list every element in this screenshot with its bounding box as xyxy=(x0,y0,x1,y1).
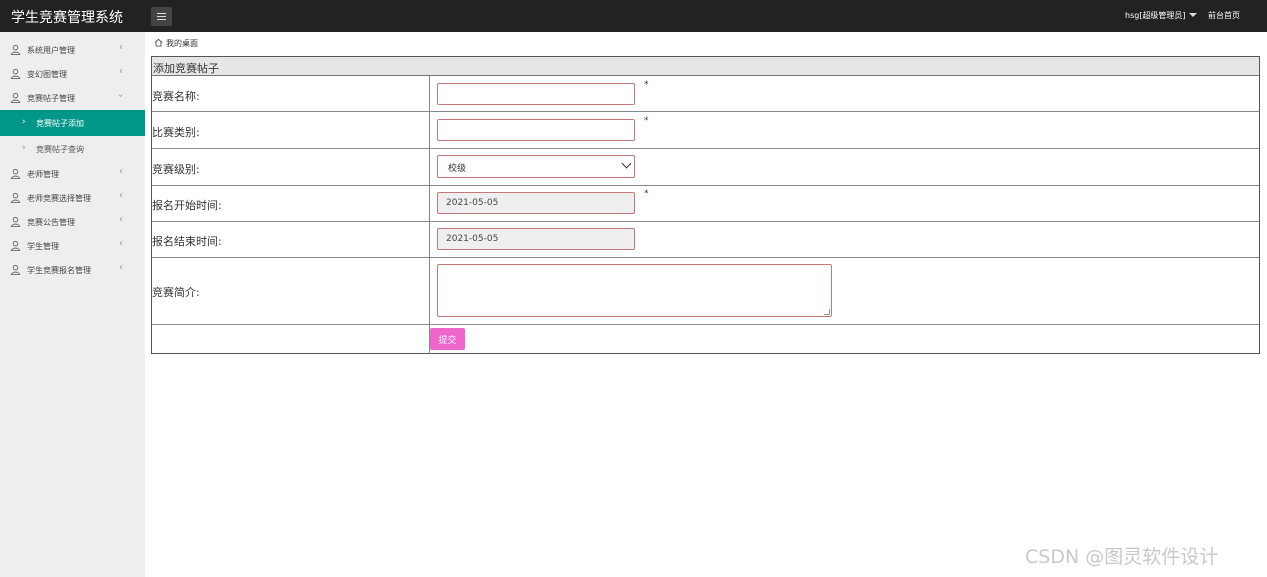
form-row-submit: 提交 xyxy=(152,325,1259,354)
sidebar-item-carousel[interactable]: 变幻图管理 ‹ xyxy=(0,62,145,86)
submit-button[interactable]: 提交 xyxy=(430,328,465,350)
user-menu[interactable]: hsg[超级管理员] xyxy=(1125,10,1197,21)
breadcrumb-label: 我的桌面 xyxy=(166,39,198,48)
start-date-value: 2021-05-05 xyxy=(446,198,499,208)
watermark: CSDN @图灵软件设计 xyxy=(1025,546,1219,568)
chevron-left-icon: ‹ xyxy=(119,262,123,273)
user-icon xyxy=(10,264,21,275)
front-page-link[interactable]: 前台首页 xyxy=(1208,10,1240,21)
required-marker: * xyxy=(644,80,649,90)
sidebar-item-system-users[interactable]: 系统用户管理 ‹ xyxy=(0,38,145,62)
hamburger-icon-line xyxy=(157,19,166,20)
sidebar-subitem-label: 竞赛帖子查询 xyxy=(36,145,84,154)
intro-textarea[interactable] xyxy=(437,264,832,317)
user-label: hsg[超级管理员] xyxy=(1125,11,1186,20)
user-icon xyxy=(10,192,21,203)
hamburger-icon-line xyxy=(157,16,166,17)
field-label-intro: 竞赛简介: xyxy=(152,286,200,299)
user-icon xyxy=(10,168,21,179)
sidebar-item-label: 老师竞赛选择管理 xyxy=(27,194,91,203)
user-icon xyxy=(10,216,21,227)
user-icon xyxy=(10,44,21,55)
caret-down-icon xyxy=(1188,13,1197,17)
field-label-name: 竞赛名称: xyxy=(152,90,200,103)
form-row-start-date: 报名开始时间: 2021-05-05 * xyxy=(152,186,1259,222)
form-row-category: 比赛类别: * xyxy=(152,112,1259,149)
sidebar-item-registrations[interactable]: 学生竞赛报名管理 ‹ xyxy=(0,258,145,282)
chevron-down-icon xyxy=(621,158,632,169)
field-label-start-date: 报名开始时间: xyxy=(152,199,222,212)
chevron-right-icon: › xyxy=(22,143,26,153)
sidebar-subitem-add-post[interactable]: › 竞赛帖子添加 xyxy=(0,110,145,136)
end-date-value: 2021-05-05 xyxy=(446,234,499,244)
form-row-level: 竞赛级别: 校级 xyxy=(152,149,1259,186)
user-icon xyxy=(10,240,21,251)
sidebar-subitem-label: 竞赛帖子添加 xyxy=(36,119,84,128)
required-marker: * xyxy=(644,116,649,126)
level-selected-value: 校级 xyxy=(448,164,467,174)
sidebar-item-label: 竞赛公告管理 xyxy=(27,218,75,227)
app-title: 学生竞赛管理系统 xyxy=(11,10,123,26)
category-input[interactable] xyxy=(437,119,635,141)
field-label-end-date: 报名结束时间: xyxy=(152,235,222,248)
add-post-form: 添加竞赛帖子 竞赛名称: * 比赛类别: * 竞赛级别: 校级 报名开始时间: … xyxy=(151,56,1260,354)
form-title: 添加竞赛帖子 xyxy=(153,62,219,75)
chevron-left-icon: ‹ xyxy=(119,166,123,177)
field-label-level: 竞赛级别: xyxy=(152,163,200,176)
sidebar-item-teachers[interactable]: 老师管理 ‹ xyxy=(0,162,145,186)
menu-toggle-button[interactable] xyxy=(151,7,172,26)
field-label-category: 比赛类别: xyxy=(152,126,200,139)
sidebar-subitem-query-post[interactable]: › 竞赛帖子查询 xyxy=(0,136,145,162)
resize-handle-icon[interactable] xyxy=(824,309,830,315)
sidebar-item-label: 老师管理 xyxy=(27,170,59,179)
chevron-left-icon: ‹ xyxy=(119,214,123,225)
sidebar-item-students[interactable]: 学生管理 ‹ xyxy=(0,234,145,258)
competition-name-input[interactable] xyxy=(437,83,635,105)
start-date-input[interactable]: 2021-05-05 xyxy=(437,192,635,214)
form-row-end-date: 报名结束时间: 2021-05-05 xyxy=(152,222,1259,258)
top-bar: 学生竞赛管理系统 hsg[超级管理员] 前台首页 xyxy=(0,0,1267,32)
sidebar-item-teacher-selection[interactable]: 老师竞赛选择管理 ‹ xyxy=(0,186,145,210)
sidebar-item-label: 学生管理 xyxy=(27,242,59,251)
sidebar-item-announcements[interactable]: 竞赛公告管理 ‹ xyxy=(0,210,145,234)
chevron-down-icon: ‹ xyxy=(115,93,127,98)
sidebar-item-label: 竞赛帖子管理 xyxy=(27,94,75,103)
user-icon xyxy=(10,68,21,79)
chevron-left-icon: ‹ xyxy=(119,42,123,53)
sidebar-item-posts[interactable]: 竞赛帖子管理 ‹ xyxy=(0,86,145,110)
level-select[interactable]: 校级 xyxy=(437,155,635,178)
sidebar: 系统用户管理 ‹ 变幻图管理 ‹ 竞赛帖子管理 ‹ › 竞赛帖子添加 › 竞赛帖… xyxy=(0,32,145,577)
chevron-left-icon: ‹ xyxy=(119,238,123,249)
sidebar-item-label: 系统用户管理 xyxy=(27,46,75,55)
form-row-intro: 竞赛简介: xyxy=(152,258,1259,325)
end-date-input[interactable]: 2021-05-05 xyxy=(437,228,635,250)
sidebar-item-label: 学生竞赛报名管理 xyxy=(27,266,91,275)
chevron-right-icon: › xyxy=(22,117,26,127)
sidebar-item-label: 变幻图管理 xyxy=(27,70,67,79)
form-header: 添加竞赛帖子 xyxy=(152,57,1259,76)
breadcrumb[interactable]: 我的桌面 xyxy=(154,38,198,49)
chevron-left-icon: ‹ xyxy=(119,190,123,201)
home-icon xyxy=(154,38,163,47)
hamburger-icon xyxy=(157,13,166,14)
user-icon xyxy=(10,92,21,103)
form-row-name: 竞赛名称: * xyxy=(152,76,1259,112)
required-marker: * xyxy=(644,189,649,199)
chevron-left-icon: ‹ xyxy=(119,66,123,77)
